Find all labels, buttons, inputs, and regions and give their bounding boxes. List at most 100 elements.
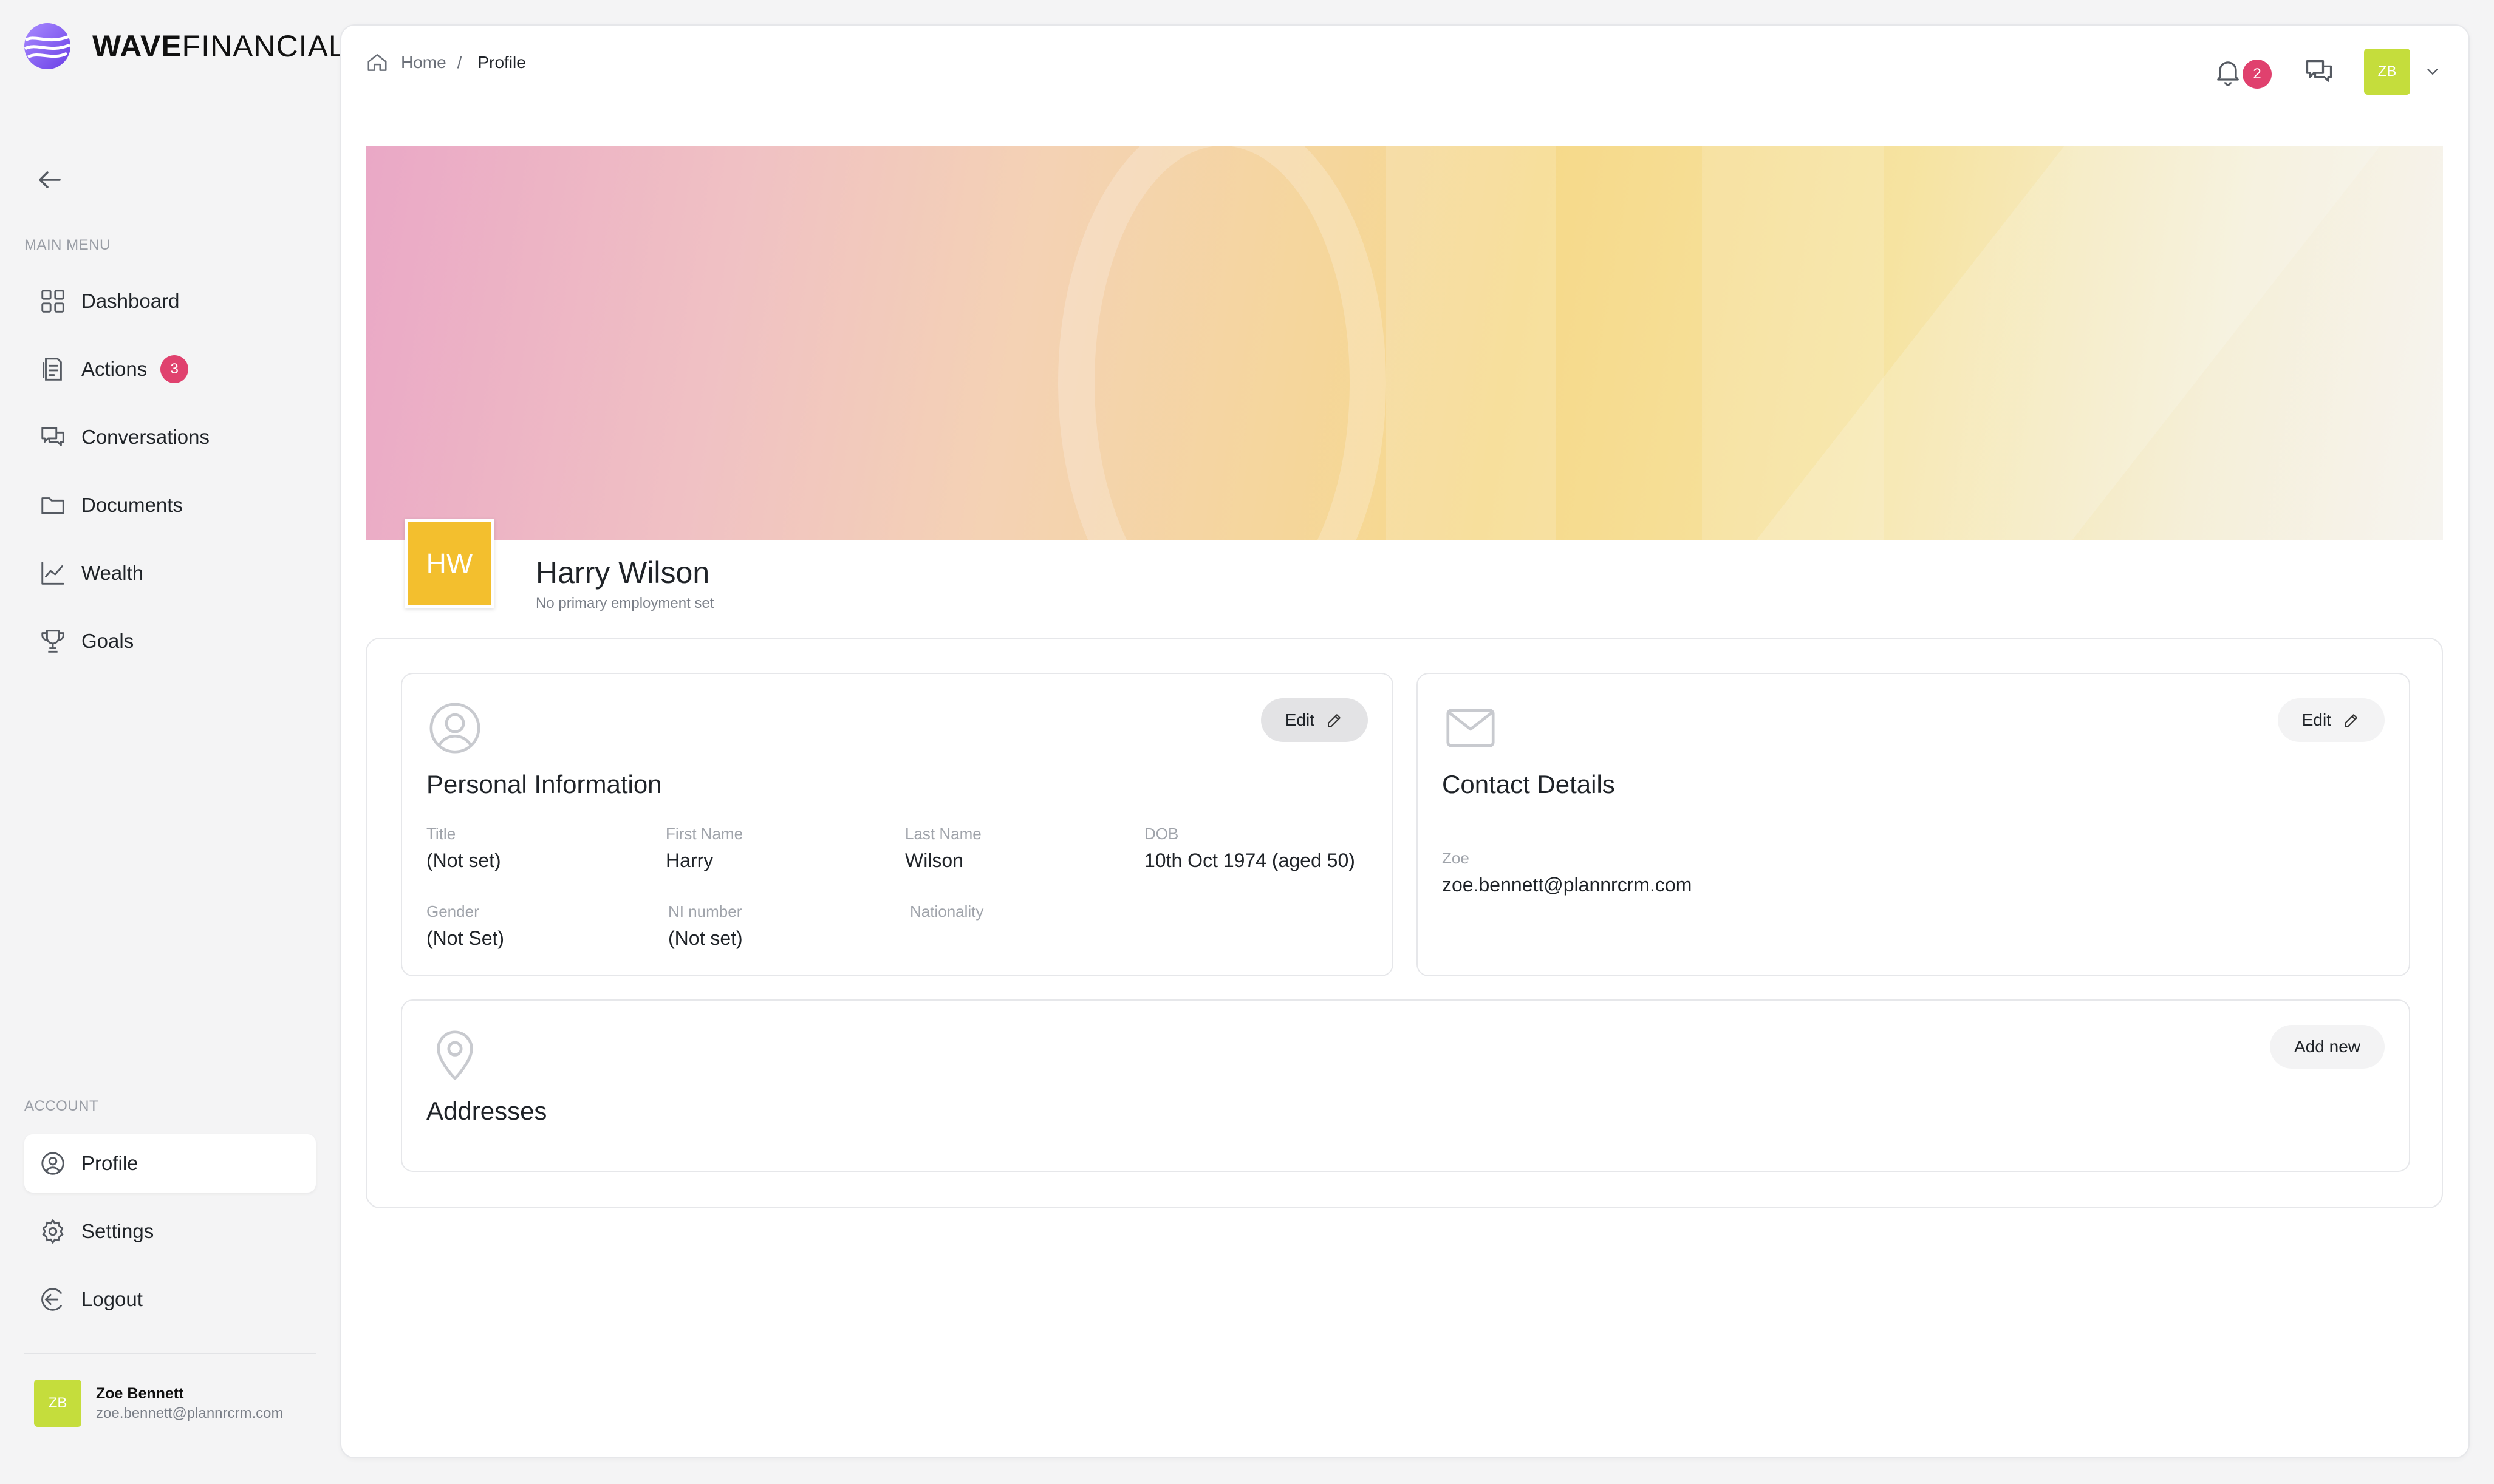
user-circle-icon [41, 1152, 64, 1175]
profile-banner [366, 146, 2443, 540]
sidebar-item-label: Actions [81, 358, 148, 380]
add-new-label: Add new [2294, 1037, 2360, 1056]
pencil-icon [1328, 714, 1341, 727]
home-icon[interactable] [366, 51, 389, 74]
field-label: Last Name [905, 825, 982, 843]
breadcrumb-home[interactable]: Home [401, 53, 446, 72]
sidebar-item-actions[interactable]: Actions 3 [24, 340, 316, 398]
user-name: Zoe Bennett [96, 1384, 184, 1402]
sidebar-item-wealth[interactable]: Wealth [24, 544, 316, 602]
gear-icon [42, 1219, 64, 1244]
sidebar-item-logout[interactable]: Logout [24, 1270, 316, 1329]
breadcrumb-separator: / [457, 53, 462, 72]
field-email: Zoe zoe.bennett@plannrcrm.com [1442, 849, 1692, 896]
notifications-button[interactable]: 2 [2212, 56, 2272, 89]
sidebar-item-label: Conversations [81, 426, 210, 448]
account-label: ACCOUNT [24, 1098, 99, 1114]
addresses-card: Addresses Add new [401, 999, 2410, 1172]
edit-contact-button[interactable]: Edit [2277, 698, 2385, 742]
folder-icon [41, 497, 64, 514]
field-ni-number: NI number (Not set) [668, 902, 743, 950]
user-circle-icon [429, 703, 480, 754]
contact-details-title: Contact Details [1442, 770, 1615, 798]
banner-decoration [1058, 146, 1386, 540]
sidebar-item-dashboard[interactable]: Dashboard [24, 272, 316, 330]
sidebar-item-label: Goals [81, 630, 134, 652]
main-panel: Home / Profile 2 ZB HW Harry Wilson No p… [340, 24, 2470, 1458]
profile-subtitle: No primary employment set [536, 595, 714, 611]
field-value: Wilson [905, 849, 964, 871]
topbar-actions: 2 ZB [2212, 49, 2442, 95]
field-title: Title (Not set) [426, 825, 501, 872]
chart-line-icon [41, 562, 64, 585]
banner-decoration [1386, 146, 1556, 540]
personal-info-card: Personal Information Edit Title (Not set… [401, 673, 1393, 976]
user-card[interactable]: ZB Zoe Bennett zoe.bennett@plannrcrm.com [34, 1380, 284, 1427]
sidebar-item-label: Logout [81, 1288, 143, 1310]
notifications-badge: 2 [2243, 60, 2272, 89]
sidebar-item-label: Settings [81, 1220, 154, 1242]
field-label: DOB [1144, 825, 1179, 843]
checklist-icon [43, 358, 62, 381]
sidebar-item-settings[interactable]: Settings [24, 1202, 316, 1261]
account-nav: Profile Settings Logout [24, 1134, 316, 1338]
breadcrumb: Home / Profile [366, 51, 526, 74]
pencil-icon [2345, 714, 2357, 727]
account-avatar[interactable]: ZB [2364, 49, 2410, 95]
field-value: (Not set) [426, 849, 501, 871]
field-value: (Not set) [668, 927, 743, 949]
field-value: 10th Oct 1974 (aged 50) [1144, 849, 1355, 871]
add-address-button[interactable]: Add new [2270, 1025, 2385, 1069]
profile-avatar: HW [405, 519, 494, 608]
field-label: Nationality [910, 902, 984, 921]
addresses-title: Addresses [426, 1097, 547, 1125]
sidebar-item-profile[interactable]: Profile [24, 1134, 316, 1193]
field-value: (Not Set) [426, 927, 505, 949]
sidebar-item-goals[interactable]: Goals [24, 612, 316, 670]
field-label: Gender [426, 902, 479, 921]
field-dob: DOB 10th Oct 1974 (aged 50) [1144, 825, 1355, 872]
actions-count-badge: 3 [160, 355, 189, 383]
sidebar-item-label: Wealth [81, 562, 144, 584]
field-first-name: First Name Harry [666, 825, 743, 872]
field-value[interactable]: zoe.bennett@plannrcrm.com [1442, 874, 1692, 896]
field-label: Title [426, 825, 456, 843]
edit-label: Edit [2301, 710, 2331, 729]
envelope-icon [1446, 709, 1495, 747]
edit-personal-info-button[interactable]: Edit [1260, 698, 1368, 742]
field-nationality: Nationality [910, 902, 983, 927]
edit-label: Edit [1285, 710, 1314, 729]
sidebar: WAVEFINANCIAL MAIN MENU Dashboard Action… [0, 0, 346, 1484]
field-last-name: Last Name Wilson [905, 825, 982, 872]
chat-bubbles-icon [41, 427, 64, 446]
profile-content: Personal Information Edit Title (Not set… [366, 638, 2443, 1208]
field-value: Harry [666, 849, 714, 871]
contact-details-card: Contact Details Edit Zoe zoe.bennett@pla… [1416, 673, 2410, 976]
trophy-icon [41, 630, 64, 653]
chevron-down-icon[interactable] [2424, 63, 2442, 81]
bell-icon [2217, 61, 2239, 86]
sidebar-item-label: Documents [81, 494, 183, 516]
avatar: ZB [34, 1380, 81, 1427]
sidebar-item-conversations[interactable]: Conversations [24, 408, 316, 466]
grid-icon [41, 290, 64, 313]
sidebar-item-label: Dashboard [81, 290, 180, 312]
sidebar-divider [24, 1353, 316, 1354]
logout-icon [41, 1288, 62, 1311]
map-pin-icon [437, 1030, 473, 1080]
messages-icon[interactable] [2303, 56, 2335, 87]
wave-logo-icon [24, 23, 70, 69]
field-label: First Name [666, 825, 743, 843]
field-label: Zoe [1442, 849, 1469, 867]
breadcrumb-current: Profile [477, 53, 526, 72]
personal-info-title: Personal Information [426, 770, 662, 798]
field-label: NI number [668, 902, 742, 921]
brand[interactable]: WAVEFINANCIAL [23, 22, 346, 70]
sidebar-item-documents[interactable]: Documents [24, 476, 316, 534]
field-gender: Gender (Not Set) [426, 902, 504, 950]
profile-name: Harry Wilson [536, 556, 710, 590]
brand-name: WAVEFINANCIAL [92, 29, 346, 63]
user-email: zoe.bennett@plannrcrm.com [96, 1404, 284, 1421]
collapse-sidebar-arrow-icon[interactable] [35, 165, 64, 194]
main-nav: Dashboard Actions 3 Conversations Docume… [24, 272, 316, 680]
